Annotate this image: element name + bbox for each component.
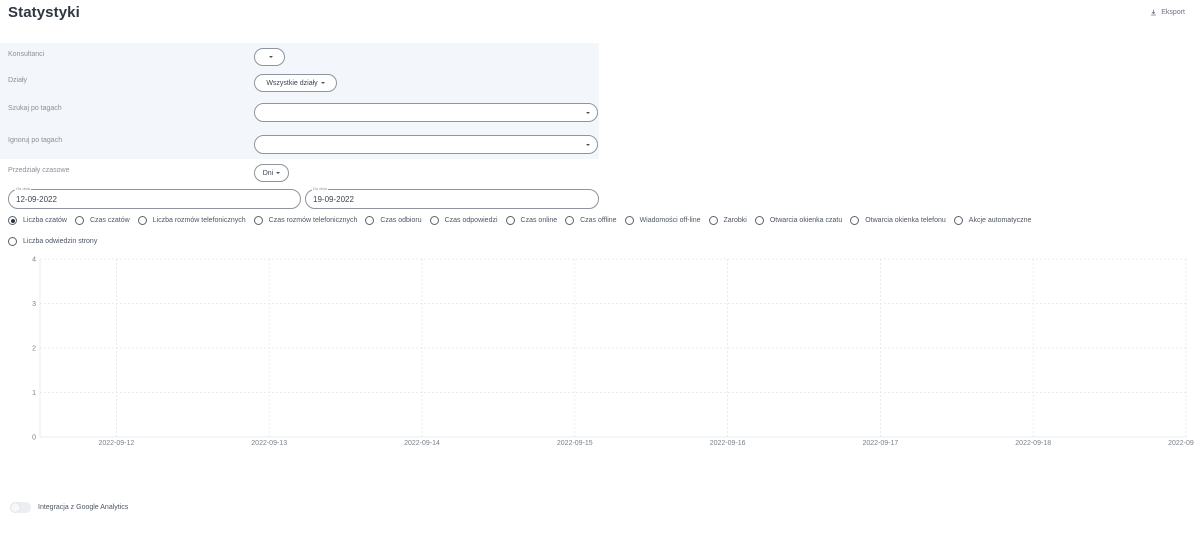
metric-option-chat-window-opens[interactable]: Otwarcia okienka czatu	[754, 216, 843, 225]
metric-options-row-2: Liczba odwiedzin strony	[8, 237, 105, 246]
consultants-select[interactable]	[254, 48, 285, 66]
metric-option-automatic-actions[interactable]: Akcje automatyczne	[953, 216, 1032, 225]
y-tick-label: 1	[32, 390, 36, 397]
ignore-tags-select[interactable]	[254, 135, 598, 154]
metric-option-label: Czas online	[520, 217, 558, 224]
consultants-label: Konsultanci	[8, 51, 45, 58]
x-tick-label: 2022-09-13	[251, 440, 287, 447]
y-tick-label: 3	[32, 301, 36, 308]
date-to-field[interactable]: Do dnia 19-09-2022	[305, 186, 599, 209]
metric-option-label: Wiadomości off-line	[639, 217, 701, 224]
radio[interactable]	[850, 216, 860, 225]
metric-option-phone-window-opens[interactable]: Otwarcia okienka telefonu	[850, 216, 946, 225]
radio[interactable]	[624, 216, 634, 225]
y-tick-label: 0	[32, 435, 36, 442]
metric-option-page-visits[interactable]: Liczba odwiedzin strony	[8, 237, 97, 246]
x-tick-label: 2022-09-17	[862, 440, 898, 447]
metric-option-label: Liczba czatów	[23, 217, 67, 224]
y-tick-label: 4	[32, 257, 36, 264]
search-tags-select[interactable]	[254, 103, 598, 122]
x-tick-label: 2022-09-12	[98, 440, 134, 447]
radio[interactable]	[953, 216, 963, 225]
radio-selected[interactable]	[8, 216, 17, 225]
search-tags-label: Szukaj po tagach	[8, 105, 62, 112]
metric-option-response-time[interactable]: Czas odpowiedzi	[429, 216, 498, 225]
time-ranges-select[interactable]: Dni	[254, 164, 289, 182]
x-tick-label: 2022-09-18	[1015, 440, 1051, 447]
metric-option-chats-time[interactable]: Czas czatów	[74, 216, 130, 225]
chevron-down-icon	[586, 144, 590, 146]
metric-option-chats-count[interactable]: Liczba czatów	[8, 216, 67, 225]
metric-option-label: Czas odpowiedzi	[444, 217, 498, 224]
radio[interactable]	[565, 216, 575, 225]
departments-label: Działy	[8, 77, 28, 84]
metric-option-label: Otwarcia okienka czatu	[769, 217, 843, 224]
metric-option-label: Zarobki	[723, 217, 747, 224]
metric-option-label: Czas czatów	[89, 217, 130, 224]
download-icon	[1151, 9, 1157, 16]
radio[interactable]	[708, 216, 718, 225]
google-analytics-toggle[interactable]	[10, 502, 31, 513]
metric-option-offline-messages[interactable]: Wiadomości off-line	[624, 216, 701, 225]
metric-option-offline-time[interactable]: Czas offline	[565, 216, 617, 225]
export-label: Eksport	[1161, 9, 1185, 16]
metric-option-label: Liczba rozmów telefonicznych	[152, 217, 246, 224]
date-to-value: 19-09-2022	[313, 195, 354, 204]
chevron-down-icon	[276, 172, 281, 174]
radio[interactable]	[137, 216, 147, 225]
radio[interactable]	[365, 216, 375, 225]
x-tick-label: 2022-09-16	[710, 440, 746, 447]
metric-options-row-1: Liczba czatów Czas czatów Liczba rozmów …	[8, 216, 1039, 225]
metric-option-earnings[interactable]: Zarobki	[708, 216, 747, 225]
metric-option-pickup-time[interactable]: Czas odbioru	[365, 216, 422, 225]
date-from-field[interactable]: Od dnia 12-09-2022	[8, 186, 301, 209]
radio[interactable]	[754, 216, 764, 225]
departments-value: Wszystkie działy	[266, 79, 318, 87]
date-from-value: 12-09-2022	[16, 195, 57, 204]
x-tick-label: 2022-09-15	[557, 440, 593, 447]
departments-select[interactable]: Wszystkie działy	[254, 74, 337, 92]
ignore-tags-label: Ignoruj po tagach	[8, 137, 63, 144]
chevron-down-icon	[320, 82, 325, 84]
metric-option-calls-count[interactable]: Liczba rozmów telefonicznych	[137, 216, 246, 225]
radio[interactable]	[429, 216, 439, 225]
metric-option-label: Czas odbioru	[380, 217, 422, 224]
time-ranges-label: Przedziały czasowe	[8, 167, 70, 174]
chevron-down-icon	[269, 56, 273, 58]
y-tick-label: 2	[32, 346, 36, 353]
radio[interactable]	[8, 237, 17, 246]
metric-option-label: Otwarcia okienka telefonu	[865, 217, 946, 224]
metric-option-online-time[interactable]: Czas online	[505, 216, 558, 225]
metric-option-label: Liczba odwiedzin strony	[23, 238, 98, 245]
metric-option-label: Akcje automatyczne	[968, 217, 1032, 224]
metric-option-label: Czas offline	[580, 217, 617, 224]
radio[interactable]	[505, 216, 515, 225]
google-analytics-label: Integracja z Google Analytics	[38, 504, 129, 511]
date-from-legend: Od dnia	[15, 186, 32, 192]
export-button[interactable]: Eksport	[1150, 9, 1185, 16]
metric-option-label: Czas rozmów telefonicznych	[268, 217, 358, 224]
statistics-chart: 0 1 2 3 4 2022-09-12 2022-09-13 2022-09-14 2022-…	[32, 257, 1194, 448]
google-analytics-row: Integracja z Google Analytics	[10, 502, 128, 513]
radio[interactable]	[74, 216, 84, 225]
metric-option-calls-time[interactable]: Czas rozmów telefonicznych	[253, 216, 358, 225]
date-to-legend: Do dnia	[312, 186, 328, 192]
x-tick-label: 2022-09-14	[404, 440, 440, 447]
time-ranges-value: Dni	[262, 169, 274, 177]
x-tick-label: 2022-09-19	[1168, 440, 1194, 447]
chevron-down-icon	[586, 112, 590, 114]
page-title: Statystyki	[8, 4, 80, 21]
radio[interactable]	[253, 216, 263, 225]
